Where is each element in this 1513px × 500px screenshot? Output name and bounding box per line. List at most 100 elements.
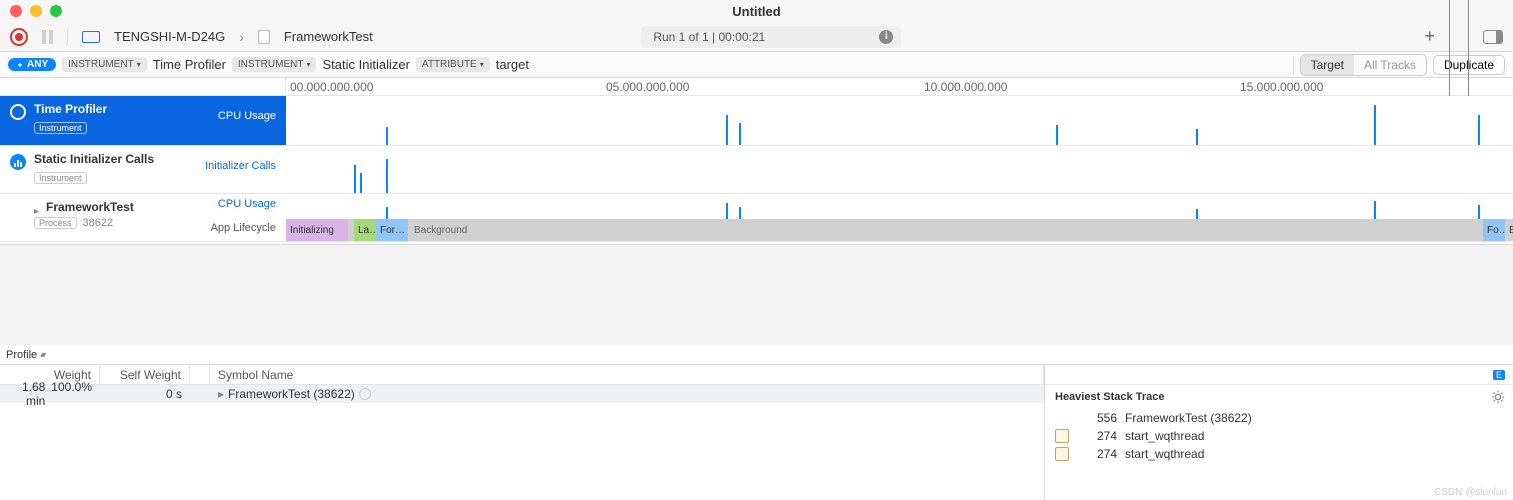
instrument-badge: Instrument bbox=[34, 172, 87, 184]
filter-target-text: target bbox=[496, 57, 529, 72]
panel-right-icon[interactable] bbox=[1483, 30, 1503, 44]
run-info-text: Run 1 of 1 | 00:00:21 bbox=[653, 30, 765, 44]
col-self-weight[interactable]: Self Weight bbox=[100, 365, 190, 384]
hst-title: Heaviest Stack Trace bbox=[1045, 385, 1174, 409]
frame-icon bbox=[1055, 429, 1069, 443]
instrument-badge: Instrument bbox=[34, 122, 87, 134]
filter-static-init: Static Initializer bbox=[322, 57, 409, 72]
close-icon[interactable] bbox=[10, 5, 22, 17]
chevron-right-icon[interactable]: ▸ bbox=[218, 387, 224, 401]
lifecycle-background-2: B bbox=[1505, 219, 1513, 241]
row-time: 1.68 min bbox=[8, 380, 45, 408]
profile-label: Profile bbox=[6, 349, 37, 361]
attribute-pill[interactable]: ATTRIBUTE bbox=[416, 57, 490, 72]
track-time-profiler[interactable]: Time Profiler Instrument CPU Usage bbox=[0, 96, 1513, 146]
track-title: FrameworkTest bbox=[46, 200, 134, 214]
column-header: Weight Self Weight Symbol Name bbox=[0, 365, 1044, 385]
instrument-pill-2[interactable]: INSTRUMENT bbox=[232, 57, 317, 72]
track-metric: Initializer Calls bbox=[205, 160, 276, 172]
track-static-initializer[interactable]: Static Initializer Calls Instrument Init… bbox=[0, 146, 1513, 194]
hst-name: start_wqthread bbox=[1125, 429, 1204, 443]
track-title: Static Initializer Calls bbox=[34, 152, 154, 166]
disclosure-icon[interactable] bbox=[34, 203, 42, 211]
window-controls bbox=[10, 5, 62, 17]
hst-name: FrameworkTest (38622) bbox=[1125, 411, 1252, 425]
window-title: Untitled bbox=[732, 4, 780, 19]
lifecycle-launching: La… bbox=[354, 219, 376, 241]
titlebar: Untitled bbox=[0, 0, 1513, 22]
track-metric-cpu: CPU Usage bbox=[218, 198, 276, 210]
record-icon[interactable] bbox=[10, 28, 28, 46]
e-badge[interactable]: E bbox=[1493, 370, 1505, 380]
document-icon bbox=[258, 30, 270, 44]
lifecycle-bar: Initializing La… For… Background Fo… B bbox=[286, 219, 1513, 241]
target-name[interactable]: FrameworkTest bbox=[284, 29, 373, 44]
bars-icon bbox=[10, 154, 26, 170]
chevron-right-icon: › bbox=[239, 29, 244, 45]
hst-name: start_wqthread bbox=[1125, 447, 1204, 461]
divider bbox=[1293, 56, 1294, 74]
row-symbol: FrameworkTest (38622) bbox=[228, 387, 355, 401]
ruler-tick: 10.000.000.000 bbox=[924, 80, 1007, 94]
target-icon bbox=[10, 104, 26, 120]
track-scope-tabs: Target All Tracks bbox=[1300, 54, 1427, 76]
minimize-icon[interactable] bbox=[30, 5, 42, 17]
ruler-tick: 15.000.000.000 bbox=[1240, 80, 1323, 94]
tab-all-tracks[interactable]: All Tracks bbox=[1354, 55, 1426, 75]
empty-tracks-area bbox=[0, 245, 1513, 345]
profile-selector[interactable]: Profile ▴▾ bbox=[0, 345, 1513, 365]
watermark: CSDN @slunlun bbox=[1434, 487, 1507, 498]
plus-icon[interactable]: + bbox=[1424, 26, 1435, 47]
row-pct: 100.0% bbox=[51, 380, 92, 408]
focus-icon[interactable] bbox=[359, 388, 371, 400]
bottom-pane: Weight Self Weight Symbol Name 1.68 min … bbox=[0, 365, 1513, 500]
process-badge[interactable]: Process bbox=[34, 217, 77, 229]
track-body[interactable] bbox=[286, 146, 1513, 193]
run-info[interactable]: Run 1 of 1 | 00:00:21 i bbox=[641, 26, 901, 48]
tab-target[interactable]: Target bbox=[1301, 55, 1354, 75]
ruler-tick: 05.000.000.000 bbox=[606, 80, 689, 94]
hst-count: 274 bbox=[1077, 429, 1117, 443]
frame-icon bbox=[1055, 447, 1069, 461]
heaviest-stack-trace-pane: E Heaviest Stack Trace 556 FrameworkTest… bbox=[1045, 365, 1513, 500]
hst-row[interactable]: 556 FrameworkTest (38622) bbox=[1045, 409, 1513, 427]
device-name[interactable]: TENGSHI-M-D24G bbox=[114, 29, 225, 44]
hst-count: 274 bbox=[1077, 447, 1117, 461]
ruler-tick: 00.000.000.000 bbox=[290, 80, 373, 94]
toolbar: TENGSHI-M-D24G › FrameworkTest Run 1 of … bbox=[0, 22, 1513, 52]
hst-row[interactable]: 274 start_wqthread bbox=[1045, 445, 1513, 463]
hst-header: E bbox=[1045, 365, 1513, 385]
lifecycle-foreground: For… bbox=[376, 219, 408, 241]
call-tree: Weight Self Weight Symbol Name 1.68 min … bbox=[0, 365, 1045, 500]
row-self: 0 s bbox=[100, 387, 190, 401]
col-symbol[interactable]: Symbol Name bbox=[210, 365, 1044, 384]
lifecycle-initializing: Initializing bbox=[286, 219, 348, 241]
tracks-area: 00.000.000.000 05.000.000.000 10.000.000… bbox=[0, 78, 1513, 245]
hst-row[interactable]: 274 start_wqthread bbox=[1045, 427, 1513, 445]
track-metric: CPU Usage bbox=[218, 110, 276, 122]
lifecycle-foreground-2: Fo… bbox=[1483, 219, 1505, 241]
table-row[interactable]: 1.68 min 100.0% 0 s ▸ FrameworkTest (386… bbox=[0, 385, 1044, 403]
device-icon[interactable] bbox=[82, 31, 100, 43]
duplicate-button[interactable]: Duplicate bbox=[1433, 55, 1505, 75]
track-body[interactable]: Initializing La… For… Background Fo… B bbox=[286, 194, 1513, 241]
pause-icon[interactable] bbox=[42, 30, 53, 44]
track-frameworktest[interactable]: FrameworkTest Process 38622 CPU Usage Ap… bbox=[0, 194, 1513, 242]
filter-input[interactable] bbox=[535, 57, 1287, 72]
time-ruler[interactable]: 00.000.000.000 05.000.000.000 10.000.000… bbox=[0, 78, 1513, 96]
any-filter-pill[interactable]: ANY bbox=[8, 58, 56, 71]
track-metric-lifecycle: App Lifecycle bbox=[211, 222, 276, 234]
track-title: Time Profiler bbox=[34, 102, 107, 116]
hst-count: 556 bbox=[1077, 411, 1117, 425]
lifecycle-background: Background bbox=[408, 219, 1483, 241]
info-icon[interactable]: i bbox=[879, 30, 893, 44]
instrument-pill-1[interactable]: INSTRUMENT bbox=[62, 57, 147, 72]
filter-bar: ANY INSTRUMENT Time Profiler INSTRUMENT … bbox=[0, 52, 1513, 78]
filter-time-profiler: Time Profiler bbox=[153, 57, 226, 72]
sort-icon: ▴▾ bbox=[40, 350, 44, 359]
process-pid: 38622 bbox=[83, 217, 114, 229]
zoom-icon[interactable] bbox=[50, 5, 62, 17]
gear-icon[interactable] bbox=[1491, 390, 1505, 404]
divider bbox=[67, 28, 68, 46]
track-body[interactable] bbox=[286, 96, 1513, 145]
